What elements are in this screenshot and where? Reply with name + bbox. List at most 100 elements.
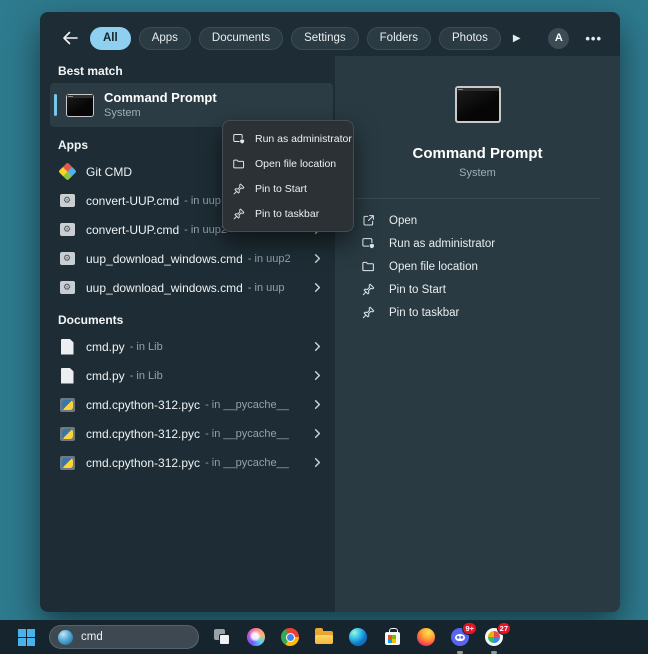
best-match-text: Command Prompt System: [104, 90, 217, 120]
chevron-right-icon[interactable]: [310, 455, 325, 470]
action-label: Pin to Start: [389, 284, 446, 296]
chrome-button[interactable]: [279, 626, 301, 648]
action-label: Pin to taskbar: [389, 307, 459, 319]
pyc-file-icon: [58, 396, 76, 414]
edge-button[interactable]: [347, 626, 369, 648]
filter-documents[interactable]: Documents: [199, 27, 283, 50]
command-prompt-icon-large: [455, 86, 501, 123]
task-view-button[interactable]: [211, 626, 233, 648]
search-icon: [58, 630, 73, 645]
pin-icon: [361, 305, 376, 320]
colorful-app-button[interactable]: 27: [483, 626, 505, 648]
action-pin-to-taskbar[interactable]: Pin to taskbar: [335, 301, 620, 324]
taskbar: 9+ 27: [0, 620, 648, 654]
account-avatar[interactable]: A: [548, 28, 569, 49]
chevron-right-icon[interactable]: [310, 397, 325, 412]
list-item[interactable]: cmd.cpython-312.pyc - in __pycache__: [50, 419, 333, 448]
filter-photos[interactable]: Photos: [439, 27, 501, 50]
pin-icon: [361, 282, 376, 297]
firefox-button[interactable]: [415, 626, 437, 648]
microsoft-store-icon: [385, 632, 400, 645]
file-explorer-button[interactable]: [313, 626, 335, 648]
chevron-right-icon[interactable]: [310, 251, 325, 266]
edge-icon: [349, 628, 367, 646]
action-label: Open file location: [389, 261, 478, 273]
preview-panel: Command Prompt System Open Run as admini…: [335, 56, 620, 612]
action-open[interactable]: Open: [335, 209, 620, 232]
menu-open-file-location[interactable]: Open file location: [223, 151, 353, 176]
menu-item-label: Pin to Start: [255, 183, 307, 195]
options-ellipsis-icon[interactable]: •••: [585, 31, 602, 46]
search-input[interactable]: [81, 631, 181, 643]
result-title: uup_download_windows.cmd: [86, 281, 243, 295]
notification-badge: 9+: [462, 622, 477, 635]
copilot-button[interactable]: [245, 626, 267, 648]
microsoft-store-button[interactable]: [381, 626, 403, 648]
action-label: Run as administrator: [389, 238, 495, 250]
preview-actions: Open Run as administrator Open file loca…: [335, 209, 620, 324]
menu-item-label: Run as administrator: [255, 133, 352, 145]
pyc-file-icon: [58, 454, 76, 472]
start-button[interactable]: [15, 626, 37, 648]
notification-badge: 27: [497, 622, 511, 635]
list-item[interactable]: cmd.cpython-312.pyc - in __pycache__: [50, 448, 333, 477]
filter-apps[interactable]: Apps: [139, 27, 191, 50]
git-cmd-icon: [58, 163, 76, 181]
chevron-right-icon[interactable]: [310, 426, 325, 441]
more-filters-icon[interactable]: ▶: [513, 33, 521, 44]
menu-item-label: Pin to taskbar: [255, 208, 319, 220]
action-open-file-location[interactable]: Open file location: [335, 255, 620, 278]
action-pin-to-start[interactable]: Pin to Start: [335, 278, 620, 301]
result-title: cmd.cpython-312.pyc: [86, 427, 200, 441]
preview-title: Command Prompt: [412, 145, 542, 162]
list-item[interactable]: cmd.py - in Lib: [50, 361, 333, 390]
chevron-right-icon[interactable]: [310, 280, 325, 295]
cmd-file-icon: ⚙: [58, 221, 76, 239]
copilot-icon: [247, 628, 265, 646]
menu-pin-to-taskbar[interactable]: Pin to taskbar: [223, 201, 353, 226]
result-title: cmd.cpython-312.pyc: [86, 456, 200, 470]
list-item[interactable]: ⚙ uup_download_windows.cmd - in uup: [50, 273, 333, 302]
taskbar-search-box[interactable]: [49, 625, 199, 649]
result-title: convert-UUP.cmd: [86, 223, 179, 237]
menu-item-label: Open file location: [255, 158, 336, 170]
discord-button[interactable]: 9+: [449, 626, 471, 648]
result-title: cmd.py: [86, 369, 125, 383]
filter-all[interactable]: All: [90, 27, 131, 50]
chevron-right-icon[interactable]: [310, 368, 325, 383]
list-item[interactable]: ⚙ uup_download_windows.cmd - in uup2: [50, 244, 333, 273]
filter-folders[interactable]: Folders: [367, 27, 431, 50]
pin-icon: [232, 182, 246, 196]
preview-subtitle: System: [459, 167, 496, 179]
back-button[interactable]: [60, 28, 80, 48]
result-location: - in Lib: [130, 341, 163, 353]
result-title: cmd.cpython-312.pyc: [86, 398, 200, 412]
result-location: - in uup2: [248, 253, 291, 265]
result-title: uup_download_windows.cmd: [86, 252, 243, 266]
cmd-file-icon: ⚙: [58, 279, 76, 297]
pin-icon: [232, 207, 246, 221]
pyc-file-icon: [58, 425, 76, 443]
section-header-documents: Documents: [58, 313, 335, 327]
list-item[interactable]: cmd.cpython-312.pyc - in __pycache__: [50, 390, 333, 419]
action-run-as-administrator[interactable]: Run as administrator: [335, 232, 620, 255]
result-location: - in uup2: [184, 224, 227, 236]
chevron-right-icon[interactable]: [310, 339, 325, 354]
filter-settings[interactable]: Settings: [291, 27, 359, 50]
result-title: convert-UUP.cmd: [86, 194, 179, 208]
result-location: - in uup: [184, 195, 221, 207]
result-title: cmd.py: [86, 340, 125, 354]
run-as-admin-icon: [232, 132, 246, 146]
result-location: - in __pycache__: [205, 457, 289, 469]
filter-pills: All Apps Documents Settings Folders Phot…: [90, 27, 521, 50]
chrome-icon: [281, 628, 299, 646]
menu-pin-to-start[interactable]: Pin to Start: [223, 176, 353, 201]
windows-logo-icon: [18, 629, 35, 646]
folder-icon: [361, 259, 376, 274]
action-label: Open: [389, 215, 417, 227]
list-item[interactable]: cmd.py - in Lib: [50, 332, 333, 361]
menu-run-as-administrator[interactable]: Run as administrator: [223, 126, 353, 151]
best-match-title: Command Prompt: [104, 90, 217, 105]
search-header: All Apps Documents Settings Folders Phot…: [60, 25, 602, 51]
selection-accent-bar: [54, 94, 57, 116]
